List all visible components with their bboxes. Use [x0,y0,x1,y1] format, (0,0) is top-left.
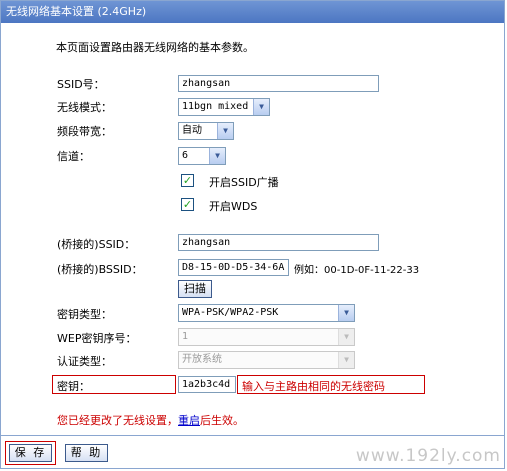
ssid-label: SSID号： [57,78,105,91]
wireless-mode-select[interactable]: 11bgn mixed ▼ [178,98,270,116]
chevron-down-icon: ▼ [217,123,233,139]
chevron-down-icon: ▼ [338,352,354,368]
wds-label: 开启WDS [209,200,258,213]
bandwidth-select[interactable]: 自动 ▼ [178,122,234,140]
bssid-example: 例如：00-1D-0F-11-22-33 [294,265,420,276]
ssid-broadcast-label: 开启SSID广播 [209,176,279,189]
key-type-select[interactable]: WPA-PSK/WPA2-PSK ▼ [178,304,355,322]
wireless-mode-value: 11bgn mixed [182,101,249,112]
panel-title: 无线网络基本设置 (2.4GHz) [1,1,504,23]
key-type-value: WPA-PSK/WPA2-PSK [182,307,279,318]
bridge-ssid-label: (桥接的)SSID： [57,238,136,251]
help-button[interactable]: 帮 助 [65,444,108,462]
chevron-down-icon: ▼ [338,305,354,321]
ssid-input[interactable]: zhangsan [178,75,379,92]
wds-checkbox[interactable]: ✓ [181,198,194,211]
channel-value: 6 [182,150,189,161]
wireless-mode-label: 无线模式： [57,101,112,114]
key-hint: 输入与主路由相同的无线密码 [242,380,385,393]
form-area: 本页面设置路由器无线网络的基本参数。 SSID号： zhangsan 无线模式：… [1,23,504,435]
channel-label: 信道： [57,150,90,163]
restart-notice: 您已经更改了无线设置，重启后生效。 [57,412,244,428]
ssid-broadcast-checkbox[interactable]: ✓ [181,174,194,187]
bandwidth-value: 自动 [182,125,202,136]
auth-type-label: 认证类型： [57,355,112,368]
key-label: 密钥： [57,380,90,393]
wep-index-select[interactable]: 1 ▼ [178,328,355,346]
channel-select[interactable]: 6 ▼ [178,147,226,165]
bridge-ssid-input[interactable]: zhangsan [178,234,379,251]
auth-type-select[interactable]: 开放系统 ▼ [178,351,355,369]
bandwidth-label: 频段带宽： [57,125,112,138]
key-input[interactable]: 1a2b3c4d [178,376,236,393]
notice-text-after: 后生效。 [200,414,244,427]
bridge-bssid-input[interactable]: D8-15-0D-D5-34-6A [178,259,289,276]
page-description: 本页面设置路由器无线网络的基本参数。 [56,41,254,54]
chevron-down-icon: ▼ [338,329,354,345]
reboot-link[interactable]: 重启 [178,414,200,427]
wep-index-value: 1 [182,331,189,342]
save-button[interactable]: 保 存 [9,444,52,462]
chevron-down-icon: ▼ [253,99,269,115]
wep-index-label: WEP密钥序号： [57,332,137,345]
auth-type-value: 开放系统 [182,354,222,365]
scan-button[interactable]: 扫描 [178,280,212,298]
chevron-down-icon: ▼ [209,148,225,164]
site-watermark: www.192ly.com [355,446,501,466]
bridge-bssid-label: (桥接的)BSSID： [57,263,143,276]
key-type-label: 密钥类型： [57,308,112,321]
notice-text-before: 您已经更改了无线设置， [57,414,178,427]
